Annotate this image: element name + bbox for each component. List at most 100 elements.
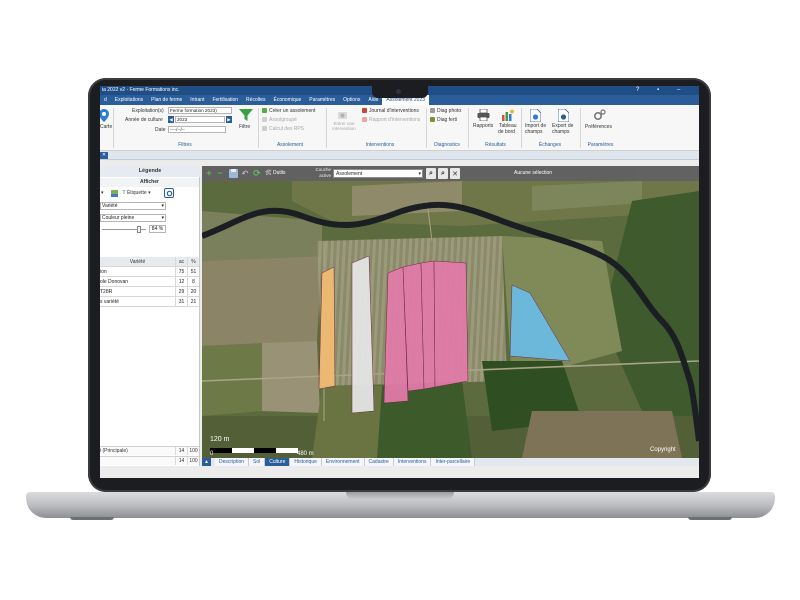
help-button[interactable]: ? [636,86,639,95]
couleur-select[interactable]: Couleur pleine ▾ [100,214,166,222]
group-icon [262,117,267,122]
remove-minus-icon[interactable]: − [215,168,225,178]
year-prev-button[interactable]: ◀ [168,116,174,123]
export-label-2[interactable]: champs [552,129,570,135]
variety-percent: 51 [187,267,199,276]
outils-button[interactable]: 🛠 Outils [265,168,286,178]
variety-percent: 8 [187,277,199,286]
zoom-out-icon[interactable]: ⌕ [438,168,448,179]
tab-sol[interactable]: Sol [249,458,266,466]
filter-funnel-icon[interactable] [238,107,254,123]
rapport-interventions-button[interactable]: Rapport d'interventions [362,117,420,123]
map-canvas[interactable] [202,181,699,458]
year-next-button[interactable]: ▶ [226,116,232,123]
tab-cadastre[interactable]: Cadastre [364,458,394,466]
clear-selection-icon[interactable]: ✕ [450,168,460,179]
table-row[interactable]: s variété 31 21 [100,297,199,307]
menu-item-plan-de-ferme[interactable]: Plan de ferme [147,95,186,105]
crop-field-variete-c[interactable] [433,260,469,388]
column-header-percent[interactable]: % [187,257,199,266]
tab-description[interactable]: Description [215,458,250,466]
exploitation-select[interactable]: Ferme formation 2023) [168,107,232,114]
filtre-button-label[interactable]: Filtre [239,124,250,130]
save-icon[interactable] [228,168,238,178]
display-dropdown-arrow[interactable]: ▾ [101,190,104,196]
couche-label-1: Couche [315,167,331,172]
add-plus-icon[interactable]: + [204,168,214,178]
menu-item-fertilisation[interactable]: Fertilisation [208,95,242,105]
intervention-icon[interactable] [336,108,348,120]
document-tab-strip: ✕ [100,151,699,160]
etiquette-button[interactable]: 𝕋 Étiquette ▾ [122,190,151,196]
menu-item-economique[interactable]: Économique [270,95,306,105]
table-row[interactable]: ole Donovan 12 8 [100,277,199,287]
journal-icon [362,108,367,113]
variete-select[interactable]: Variété ▾ [100,202,166,210]
rapports-button[interactable]: Rapports [473,123,493,129]
table-row[interactable]: T28R 29 20 [100,287,199,297]
import-fields-icon[interactable] [529,108,542,122]
menu-item-file[interactable]: d [100,95,111,105]
preferences-button[interactable]: Préférences [585,124,612,130]
variety-name: s variété [100,299,119,305]
zoom-in-icon[interactable]: ⌕ [426,168,436,179]
report-icon [362,117,367,122]
settings-gear-icon[interactable] [164,188,174,198]
layer-select[interactable]: Assolement ▾ [333,169,423,178]
annee-select[interactable]: 2023 [175,116,225,123]
opacity-slider-handle[interactable] [137,226,141,233]
export-fields-icon[interactable] [557,108,570,122]
menu-item-options[interactable]: Options [339,95,364,105]
minimize-button[interactable]: – [677,86,680,95]
menu-item-parametres[interactable]: Paramètres [305,95,339,105]
date-input[interactable]: ----/--/-- [168,126,226,133]
calcul-rps-label: Calcul des RPS [269,126,305,132]
dashboard-chart-icon[interactable] [500,108,514,121]
map-pin-icon[interactable] [100,108,110,122]
refresh-icon[interactable]: ⟳ [252,168,262,178]
diag-ferti-button[interactable]: Diag ferti [430,117,457,123]
opacity-value[interactable]: 84 % [149,225,166,233]
summary-area: 14 [175,447,187,455]
create-assolement-button[interactable]: Créer un assolement [262,108,315,114]
create-assolement-label: Créer un assolement [269,108,316,114]
column-header-ac[interactable]: ac [175,257,187,266]
date-value: ----/--/-- [170,127,185,132]
summary-row-principale[interactable]: i (Principale) 14 100 [100,446,199,455]
variety-name: T28R [100,289,113,295]
import-label-2[interactable]: champs [525,129,543,135]
field-parcel [202,256,322,346]
ribbon-separator [580,108,581,148]
menu-item-intrant[interactable]: Intrant [186,95,208,105]
tab-environnement[interactable]: Environnement [321,458,365,466]
satellite-map[interactable]: 120 m 0 480 m Copyright [202,181,699,458]
column-header-variete[interactable]: Variété [100,257,175,266]
menu-item-exploitations[interactable]: Exploitations [111,95,147,105]
tab-inter-parcellaire[interactable]: Inter-parcellaire [431,458,476,466]
legend-title: Légende [100,166,200,177]
carte-button-label[interactable]: Carte [100,124,112,130]
annee-value: 2023 [177,117,188,122]
diag-photo-button[interactable]: Diag photo [430,108,461,114]
menu-item-recoltes[interactable]: Récoltes [242,95,269,105]
summary-row-total[interactable]: 14 100 [100,456,199,465]
tableau-bord-label-2[interactable]: de bord [498,129,515,135]
tab-historique[interactable]: Historique [290,458,322,466]
calcul-rps-button[interactable]: Calcul des RPS [262,126,304,132]
undo-icon[interactable]: ↶ [240,168,250,178]
restore-button[interactable]: ▪ [657,86,659,95]
summary-percent: 100 [187,457,199,465]
close-tab-button[interactable]: ✕ [100,152,108,159]
collapse-up-icon[interactable]: ▲ [202,458,211,466]
gear-icon[interactable] [592,108,606,122]
assol-groupe-button[interactable]: Assolgroupé [262,117,297,123]
scale-bar-segment [276,448,298,453]
tab-culture[interactable]: Culture [265,458,291,466]
tab-interventions[interactable]: Interventions [393,458,432,466]
printer-icon[interactable] [476,108,490,121]
image-icon[interactable] [110,189,118,197]
journal-interventions-button[interactable]: Journal d'interventions [362,108,419,114]
table-row[interactable]: ion 75 51 [100,267,199,277]
journal-label: Journal d'interventions [369,108,419,114]
enter-intervention-button[interactable]: Entrer une intervention [330,121,358,131]
